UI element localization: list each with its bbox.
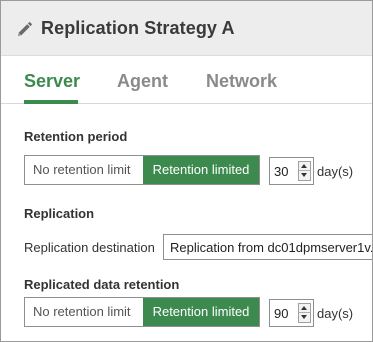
stepper-buttons	[298, 161, 311, 181]
pencil-icon[interactable]	[15, 21, 33, 39]
tab-bar: Server Agent Network	[1, 56, 372, 104]
replicated-retention-days-stepper[interactable]: 90	[269, 299, 314, 327]
retention-days-unit: day(s)	[317, 164, 354, 179]
replication-destination-field[interactable]: Replication from dc01dpmserver1v.	[163, 234, 373, 260]
retention-limited-option[interactable]: Retention limited	[143, 156, 259, 184]
stepper-buttons	[298, 303, 311, 323]
retention-days-value[interactable]: 30	[274, 164, 288, 179]
replication-destination-value: Replication from dc01dpmserver1v.	[170, 240, 373, 255]
retention-period-heading: Retention period	[24, 129, 128, 144]
replication-heading: Replication	[24, 206, 95, 221]
retention-limited-option[interactable]: Retention limited	[143, 298, 259, 326]
decrement-arrow-icon[interactable]	[299, 313, 310, 322]
retention-period-toggle: No retention limit Retention limited	[24, 155, 260, 185]
panel-header: Replication Strategy A	[1, 1, 372, 56]
no-retention-limit-option[interactable]: No retention limit	[25, 298, 143, 326]
page-title: Replication Strategy A	[41, 18, 235, 38]
increment-arrow-icon[interactable]	[299, 304, 310, 313]
replicated-retention-days-value[interactable]: 90	[274, 306, 288, 321]
decrement-arrow-icon[interactable]	[299, 171, 310, 180]
no-retention-limit-option[interactable]: No retention limit	[25, 156, 143, 184]
tab-server[interactable]: Server	[24, 71, 80, 92]
replicated-retention-toggle: No retention limit Retention limited	[24, 297, 260, 327]
tab-agent[interactable]: Agent	[117, 71, 168, 92]
retention-days-stepper[interactable]: 30	[269, 157, 314, 185]
tab-network[interactable]: Network	[206, 71, 277, 92]
replicated-data-retention-heading: Replicated data retention	[24, 277, 180, 292]
replication-strategy-panel: Replication Strategy A Server Agent Netw…	[0, 0, 373, 342]
increment-arrow-icon[interactable]	[299, 162, 310, 171]
active-tab-indicator	[24, 100, 78, 104]
replication-destination-label: Replication destination	[24, 240, 155, 255]
replicated-retention-days-unit: day(s)	[317, 306, 354, 321]
